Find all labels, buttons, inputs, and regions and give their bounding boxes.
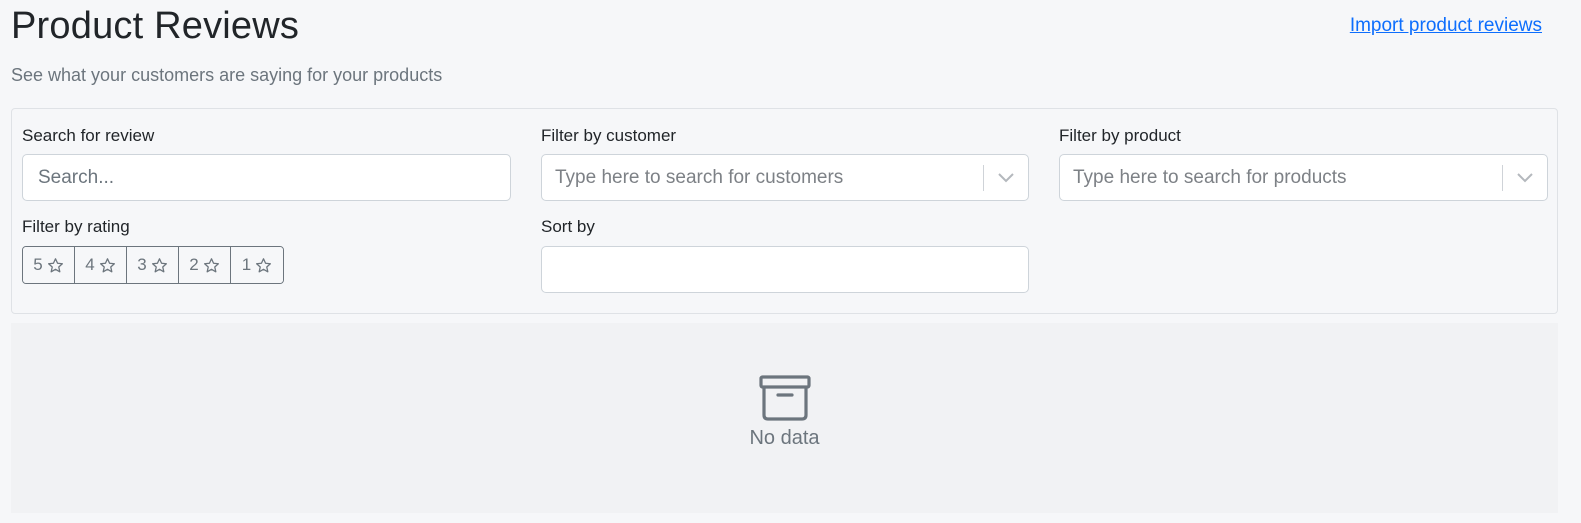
customer-select[interactable]: Type here to search for customers [541,154,1029,201]
rating-value: 5 [33,255,43,274]
customer-select-placeholder: Type here to search for customers [555,166,844,188]
product-select-placeholder: Type here to search for products [1073,166,1347,188]
star-outline-icon [47,257,63,272]
rating-value: 4 [85,255,95,274]
rating-value: 1 [241,255,252,274]
import-reviews-link[interactable]: Import product reviews [1350,15,1542,37]
rating-3-button[interactable]: 3 [127,247,179,283]
empty-state: No data [11,375,1558,450]
product-select[interactable]: Type here to search for products [1059,154,1548,201]
filter-panel: Search for review Filter by customer Typ… [11,108,1558,314]
rating-5-button[interactable]: 5 [23,247,75,283]
rating-4-button[interactable]: 4 [75,247,127,283]
star-outline-icon [99,257,115,272]
sort-label: Sort by [541,217,595,236]
customer-filter-label: Filter by customer [541,126,677,145]
rating-button-group: 5 4 3 2 1 [22,246,284,284]
rating-value: 2 [189,255,199,274]
star-outline-icon [256,257,272,272]
rating-value: 3 [137,255,147,274]
reviews-list-panel: No data [11,323,1558,513]
page-subtitle: See what your customers are saying for y… [11,65,443,85]
rating-2-button[interactable]: 2 [179,247,231,283]
archive-box-icon [758,375,811,421]
empty-state-text: No data [749,427,820,449]
star-outline-icon [203,257,219,272]
sort-input[interactable] [541,246,1029,293]
rating-1-button[interactable]: 1 [231,247,283,283]
star-outline-icon [151,257,167,272]
chevron-down-icon[interactable] [1503,172,1547,183]
rating-filter-label: Filter by rating [22,217,130,236]
search-label: Search for review [22,126,155,145]
search-input[interactable] [22,154,511,201]
product-filter-label: Filter by product [1059,126,1181,145]
page-title: Product Reviews [11,5,300,47]
product-reviews-page: Product Reviews See what your customers … [0,0,1581,523]
chevron-down-icon[interactable] [984,172,1028,183]
